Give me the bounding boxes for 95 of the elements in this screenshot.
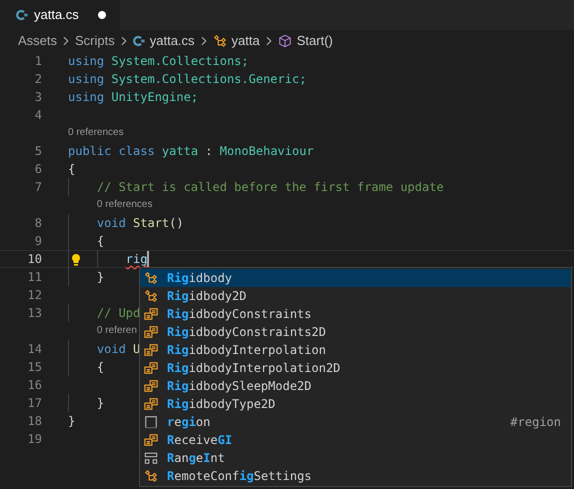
- code-token: rig: [126, 251, 148, 268]
- enum-icon: [144, 325, 158, 339]
- code-token: {: [96, 233, 104, 250]
- enum-icon: [144, 379, 158, 393]
- tab-label: yatta.cs: [34, 6, 80, 24]
- suggestion-label: RigidbodySleepMode2D: [167, 378, 313, 395]
- code-token: MonoBehaviour: [220, 143, 314, 160]
- code-token: }: [68, 413, 76, 430]
- breadcrumb-item[interactable]: yatta.cs: [132, 31, 195, 51]
- code-token: (): [169, 215, 184, 232]
- suggestion-item[interactable]: RigidbodyInterpolation: [140, 341, 571, 359]
- code-token: // Start is called before the first frame update: [96, 179, 444, 196]
- line-number: 17: [26, 395, 42, 412]
- suggestion-label: Rigidbody: [167, 270, 234, 287]
- line-number: 10: [26, 251, 42, 268]
- code-token: void: [96, 215, 126, 232]
- suggestion-item[interactable]: ReceiveGI: [140, 431, 571, 449]
- suggestion-item[interactable]: RigidbodyConstraints2D: [140, 323, 571, 341]
- line-number: 3: [34, 89, 42, 106]
- code-token: public class: [68, 143, 155, 160]
- suggestion-label: RigidbodyInterpolation2D: [167, 360, 342, 377]
- suggestion-label: RemoteConfigSettings: [167, 468, 313, 485]
- codelens-references[interactable]: 0 references: [68, 124, 124, 142]
- suggestion-label: RigidbodyConstraints2D: [167, 324, 327, 341]
- codelens-references[interactable]: 0 referen: [96, 322, 137, 340]
- suggestion-item[interactable]: Rigidbody: [140, 269, 571, 287]
- line-number: 12: [26, 287, 42, 304]
- code-token: System.Collections.Generic;: [110, 71, 306, 88]
- code-token: {: [96, 359, 104, 376]
- class-icon: [144, 469, 158, 483]
- breadcrumb-item[interactable]: Assets: [18, 31, 58, 51]
- class-icon: [212, 34, 227, 48]
- struct-icon: [144, 451, 158, 465]
- line-number: 15: [26, 359, 42, 376]
- line-number: 18: [26, 413, 42, 430]
- codelens-references[interactable]: 0 references: [96, 196, 152, 214]
- csharp-file-icon: [16, 9, 28, 21]
- line-number: 11: [26, 269, 42, 286]
- code-token: }: [96, 269, 104, 286]
- enum-icon: [144, 307, 158, 321]
- suggestion-label: RigidbodyType2D: [167, 396, 276, 413]
- suggestion-label: RangeInt: [167, 450, 226, 467]
- suggestion-label: RigidbodyConstraints: [167, 306, 313, 323]
- suggestion-item[interactable]: RigidbodyType2D: [140, 395, 571, 413]
- line-number: 4: [34, 107, 42, 124]
- line-number: 7: [34, 179, 42, 196]
- code-token: :: [204, 143, 214, 160]
- class-icon: [144, 289, 158, 303]
- line-number: 1: [34, 53, 42, 70]
- line-number: 2: [34, 71, 42, 88]
- line-number: 13: [26, 305, 42, 322]
- code-token: UnityEngine;: [110, 89, 198, 106]
- cube-icon: [278, 34, 292, 48]
- enum-icon: [144, 343, 158, 357]
- line-number: 19: [26, 431, 42, 448]
- code-token: using: [68, 71, 104, 88]
- suggestion-item[interactable]: RigidbodyConstraints: [140, 305, 571, 323]
- breadcrumb-item[interactable]: yatta: [212, 31, 260, 51]
- enum-icon: [144, 397, 158, 411]
- suggestion-label: Rigidbody2D: [167, 288, 248, 305]
- enum-icon: [144, 361, 158, 375]
- line-number: 9: [34, 233, 42, 250]
- editor-tab[interactable]: yatta.cs: [0, 0, 120, 30]
- line-number: 14: [26, 341, 42, 358]
- line-number: 5: [34, 143, 42, 160]
- code-token: // Upd: [96, 305, 140, 322]
- lightbulb-icon[interactable]: [70, 253, 82, 267]
- snippet-icon: [144, 415, 158, 429]
- line-number: 6: [34, 161, 42, 178]
- code-token: void: [96, 341, 126, 358]
- breadcrumb-item[interactable]: Scripts: [75, 31, 115, 51]
- code-token: yatta: [160, 143, 198, 160]
- code-token: using: [68, 89, 104, 106]
- suggestion-item[interactable]: RangeInt: [140, 449, 571, 467]
- suggestion-detail: #region: [510, 414, 561, 431]
- suggestion-item[interactable]: RigidbodyInterpolation2D: [140, 359, 571, 377]
- code-token: }: [96, 395, 104, 412]
- code-token: {: [68, 161, 76, 178]
- code-token: System.Collections;: [110, 53, 249, 70]
- suggestion-item[interactable]: RigidbodySleepMode2D: [140, 377, 571, 395]
- line-number: 8: [34, 215, 42, 232]
- text-cursor: [147, 251, 150, 267]
- breadcrumb-item[interactable]: Start(): [278, 31, 333, 51]
- suggestion-item[interactable]: RemoteConfigSettings: [140, 467, 571, 485]
- class-icon: [144, 271, 158, 285]
- code-token: Start: [132, 215, 170, 232]
- suggestion-label: RigidbodyInterpolation: [167, 342, 327, 359]
- suggestion-label: region: [167, 414, 212, 431]
- suggestion-item[interactable]: region #region: [140, 413, 571, 431]
- code-token: using: [68, 53, 104, 70]
- csharp-file-icon: [132, 35, 145, 47]
- line-number: 16: [26, 377, 42, 394]
- enum-icon: [144, 433, 158, 447]
- suggestion-item[interactable]: Rigidbody2D: [140, 287, 571, 305]
- suggestion-label: ReceiveGI: [167, 432, 234, 449]
